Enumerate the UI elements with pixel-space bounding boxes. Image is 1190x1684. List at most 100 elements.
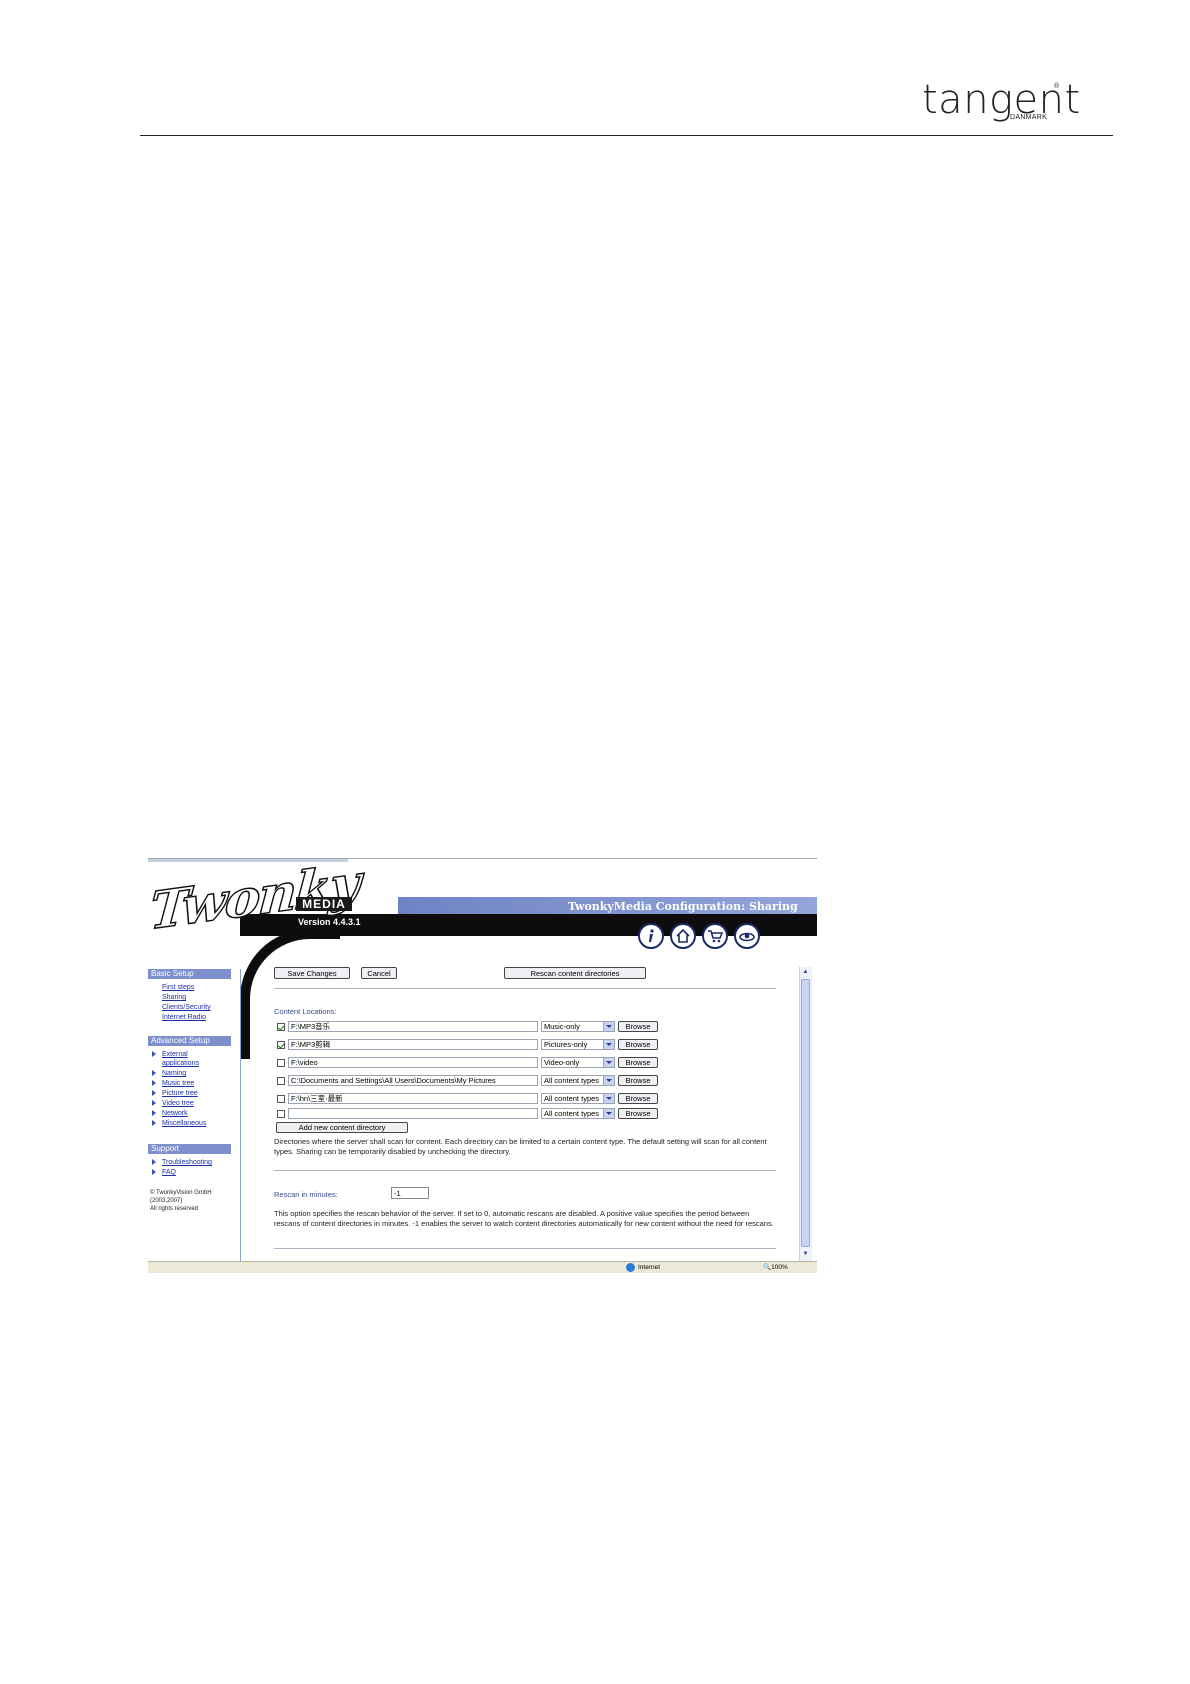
rescan-button[interactable]: Rescan content directories	[504, 967, 646, 979]
sidebar-item-first-steps[interactable]: First steps	[162, 983, 194, 992]
sidebar-item-clients-security[interactable]: Clients/Security	[162, 1003, 211, 1012]
arrow-icon	[152, 1070, 156, 1076]
sidebar-item-internet-radio[interactable]: Internet Radio	[162, 1013, 206, 1022]
content-type-value: Music-only	[544, 1022, 580, 1031]
row-checkbox[interactable]	[277, 1110, 285, 1118]
directory-path-input[interactable]: F:\MP3剪辑	[288, 1039, 538, 1050]
sidebar-item-picture-tree[interactable]: Picture tree	[162, 1089, 198, 1098]
browse-button[interactable]: Browse	[618, 1039, 658, 1050]
sidebar-item-sharing[interactable]: Sharing	[162, 993, 186, 1002]
sidebar-section-basic: Basic Setup	[148, 969, 231, 979]
logo-subtitle: DANMARK	[1010, 114, 1048, 121]
save-changes-button[interactable]: Save Changes	[274, 967, 350, 979]
content-type-value: All content types	[544, 1076, 600, 1085]
row-checkbox[interactable]	[277, 1095, 285, 1103]
copyright-line-1: © TwonkyVision GmbH	[150, 1190, 212, 1196]
zoom-icon: 🔍	[763, 1264, 772, 1271]
browse-button[interactable]: Browse	[618, 1075, 658, 1086]
rescan-minutes-input[interactable]: -1	[391, 1187, 429, 1199]
zoom-level[interactable]: 🔍100%	[763, 1262, 788, 1273]
divider	[274, 1248, 776, 1249]
eye-icon[interactable]	[734, 923, 760, 949]
rescan-description: This option specifies the rescan behavio…	[274, 1209, 774, 1228]
sidebar: Basic Setup First steps Sharing Clients/…	[148, 969, 241, 1269]
chevron-down-icon	[603, 1076, 614, 1085]
rescan-label: Rescan in minutes:	[274, 1190, 338, 1199]
arrow-icon	[152, 1090, 156, 1096]
divider	[274, 1170, 776, 1171]
chevron-down-icon	[603, 1109, 614, 1118]
tangent-logo: tangent ® DANMARK	[922, 80, 1080, 130]
arrow-icon	[152, 1080, 156, 1086]
sidebar-section-support: Support	[148, 1144, 231, 1154]
sidebar-section-advanced: Advanced Setup	[148, 1036, 231, 1046]
zone-label: Internet	[638, 1264, 661, 1271]
content-type-select[interactable]: Pictures-only	[541, 1039, 615, 1050]
row-checkbox[interactable]	[277, 1077, 285, 1085]
directory-path-input[interactable]: F:\hn\三室·最新	[288, 1093, 538, 1104]
sidebar-item-video-tree[interactable]: Video tree	[162, 1099, 194, 1108]
divider	[274, 988, 776, 989]
content-type-select[interactable]: Music-only	[541, 1021, 615, 1032]
directory-path-input[interactable]: C:\Documents and Settings\All Users\Docu…	[288, 1075, 538, 1086]
copyright-line-2: (2003,2007)	[150, 1198, 183, 1204]
add-content-directory-button[interactable]: Add new content directory	[276, 1122, 408, 1133]
row-checkbox[interactable]	[277, 1059, 285, 1067]
home-icon[interactable]	[670, 923, 696, 949]
browse-button[interactable]: Browse	[618, 1057, 658, 1068]
copyright-line-3: All rights reserved	[150, 1206, 199, 1212]
arrow-icon	[152, 1120, 156, 1126]
sidebar-item-music-tree[interactable]: Music tree	[162, 1079, 194, 1088]
arrow-icon	[152, 1110, 156, 1116]
directory-path-input[interactable]: F:\MP3音乐	[288, 1021, 538, 1032]
scrollbar-thumb[interactable]	[801, 979, 810, 1247]
content-locations-label: Content Locations:	[274, 1007, 337, 1016]
header-divider	[140, 135, 1113, 136]
browse-button[interactable]: Browse	[618, 1021, 658, 1032]
version-label: Version 4.4.3.1	[298, 917, 361, 927]
browse-button[interactable]: Browse	[618, 1093, 658, 1104]
page-title: TwonkyMedia Configuration: Sharing	[568, 900, 798, 913]
directory-path-input[interactable]	[288, 1108, 538, 1119]
security-zone: Internet	[626, 1262, 660, 1273]
content-type-value: Pictures-only	[544, 1040, 588, 1049]
logo-registered-mark: ®	[1054, 83, 1060, 90]
twonky-config-screenshot: TwonkyMedia Configuration: Sharing Twonk…	[148, 858, 817, 1273]
nav-icons	[638, 923, 778, 953]
chevron-down-icon	[603, 1058, 614, 1067]
cart-icon[interactable]	[702, 923, 728, 949]
sidebar-item-network[interactable]: Network	[162, 1109, 188, 1118]
media-label: MEDIA	[296, 897, 352, 911]
sidebar-item-troubleshooting[interactable]: Troubleshooting	[162, 1158, 212, 1167]
sidebar-item-external-applications[interactable]: External applications	[162, 1050, 222, 1068]
globe-icon	[626, 1262, 635, 1272]
directory-path-input[interactable]: F:\video	[288, 1057, 538, 1068]
chevron-down-icon	[603, 1022, 614, 1031]
content-type-value: All content types	[544, 1094, 600, 1103]
content-type-select[interactable]: All content types	[541, 1075, 615, 1086]
arrow-icon	[152, 1051, 156, 1057]
content-type-value: All content types	[544, 1109, 600, 1118]
browse-button[interactable]: Browse	[618, 1108, 658, 1119]
content-type-select[interactable]: All content types	[541, 1093, 615, 1104]
row-checkbox[interactable]	[277, 1023, 285, 1031]
sidebar-item-faq[interactable]: FAQ	[162, 1168, 176, 1177]
status-bar: Internet 🔍100%	[148, 1261, 817, 1273]
content-type-select[interactable]: Video-only	[541, 1057, 615, 1068]
arrow-icon	[152, 1100, 156, 1106]
scroll-up-icon[interactable]: ▲	[801, 968, 810, 977]
info-icon[interactable]	[638, 923, 664, 949]
content-type-select[interactable]: All content types	[541, 1108, 615, 1119]
zoom-value: 100%	[771, 1264, 788, 1271]
content-locations-description: Directories where the server shall scan …	[274, 1137, 767, 1156]
content-type-value: Video-only	[544, 1058, 580, 1067]
sidebar-item-naming[interactable]: Naming	[162, 1069, 186, 1078]
scroll-down-icon[interactable]: ▼	[801, 1250, 810, 1259]
cancel-button[interactable]: Cancel	[361, 967, 397, 979]
chevron-down-icon	[603, 1094, 614, 1103]
row-checkbox[interactable]	[277, 1041, 285, 1049]
sidebar-item-miscellaneous[interactable]: Miscellaneous	[162, 1119, 206, 1128]
chevron-down-icon	[603, 1040, 614, 1049]
arrow-icon	[152, 1159, 156, 1165]
vertical-scrollbar[interactable]: ▲ ▼	[799, 967, 812, 1262]
